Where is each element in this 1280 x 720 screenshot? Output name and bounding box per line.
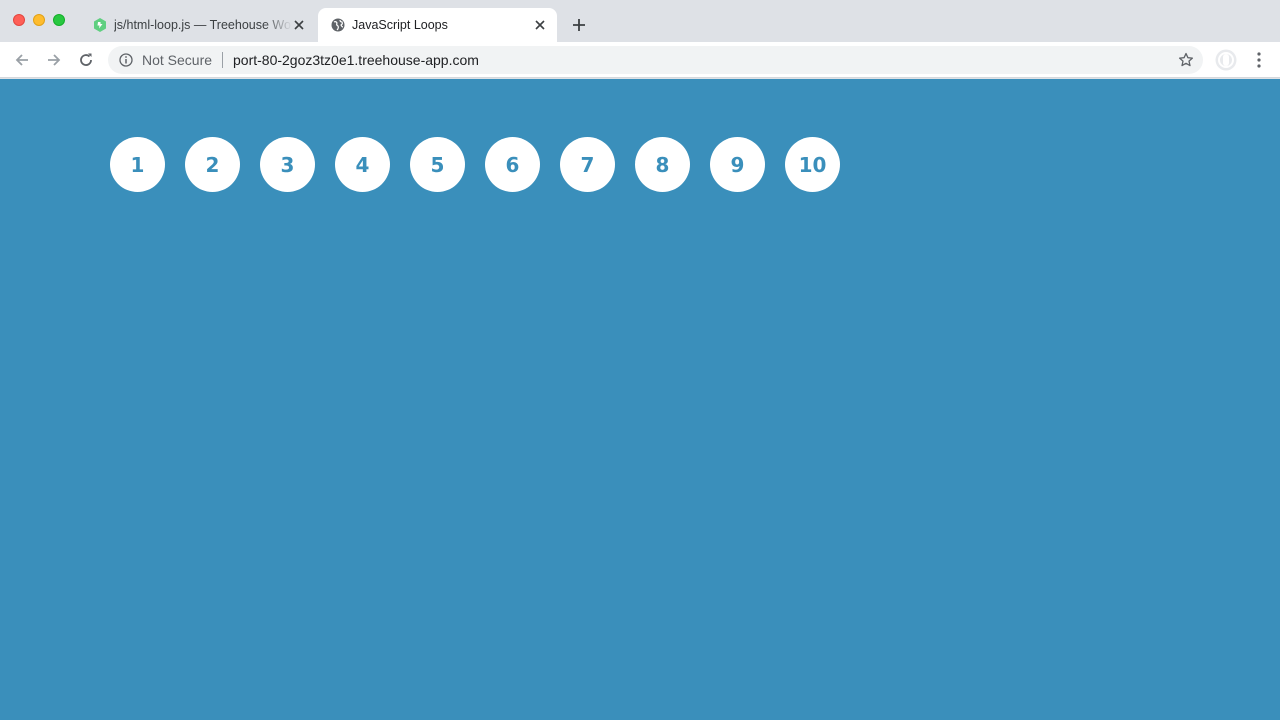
number-circle: 6 — [485, 137, 540, 192]
address-bar[interactable]: Not Secure port-80-2goz3tz0e1.treehouse-… — [108, 46, 1203, 74]
minimize-window-button[interactable] — [33, 14, 45, 26]
number-circle: 1 — [110, 137, 165, 192]
reload-button[interactable] — [76, 50, 96, 70]
tab-treehouse-workspaces[interactable]: js/html-loop.js — Treehouse Workspaces — [80, 8, 316, 42]
number-circle: 10 — [785, 137, 840, 192]
profile-avatar-icon[interactable] — [1215, 49, 1237, 71]
treehouse-icon — [92, 17, 108, 33]
maximize-window-button[interactable] — [53, 14, 65, 26]
tab-javascript-loops[interactable]: JavaScript Loops — [318, 8, 557, 42]
security-label[interactable]: Not Secure — [142, 52, 212, 68]
info-icon[interactable] — [118, 52, 134, 68]
number-circle: 3 — [260, 137, 315, 192]
divider — [222, 52, 223, 68]
page-content: 1 2 3 4 5 6 7 8 9 10 — [0, 79, 1280, 720]
number-circle: 5 — [410, 137, 465, 192]
number-circle: 9 — [710, 137, 765, 192]
bookmark-star-icon[interactable] — [1177, 51, 1195, 69]
number-circle: 8 — [635, 137, 690, 192]
globe-icon — [330, 17, 346, 33]
number-circle: 2 — [185, 137, 240, 192]
close-tab-icon[interactable] — [291, 17, 307, 33]
new-tab-button[interactable] — [569, 15, 589, 35]
close-window-button[interactable] — [13, 14, 25, 26]
tab-title: js/html-loop.js — Treehouse Workspaces — [114, 18, 294, 32]
number-circle: 4 — [335, 137, 390, 192]
tab-strip: js/html-loop.js — Treehouse Workspaces J… — [0, 0, 1280, 42]
browser-toolbar: Not Secure port-80-2goz3tz0e1.treehouse-… — [0, 42, 1280, 78]
url-text[interactable]: port-80-2goz3tz0e1.treehouse-app.com — [233, 52, 479, 68]
forward-button[interactable] — [44, 50, 64, 70]
number-circle: 7 — [560, 137, 615, 192]
back-button[interactable] — [12, 50, 32, 70]
number-circles: 1 2 3 4 5 6 7 8 9 10 — [110, 137, 860, 192]
tab-title: JavaScript Loops — [352, 18, 448, 32]
more-menu-icon[interactable] — [1250, 50, 1268, 70]
close-tab-icon[interactable] — [532, 17, 548, 33]
